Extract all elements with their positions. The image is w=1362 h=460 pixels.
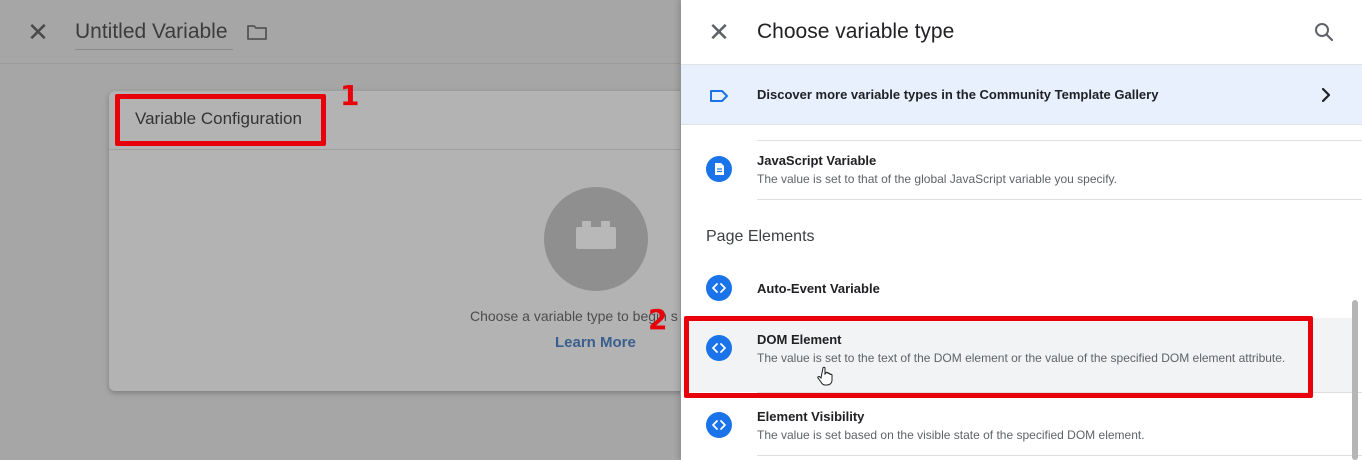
- item-description: The value is set to that of the global J…: [757, 172, 1117, 186]
- community-gallery-text: Discover more variable types in the Comm…: [757, 87, 1159, 102]
- lego-brick-icon: [576, 221, 616, 249]
- variable-type-element-visibility[interactable]: Element Visibility The value is set base…: [681, 393, 1362, 453]
- panel-scrollbar[interactable]: [1352, 300, 1358, 460]
- learn-more-link[interactable]: Learn More: [555, 334, 636, 351]
- divider: [757, 199, 1362, 200]
- hand-cursor-icon: [817, 366, 833, 386]
- panel-title: Choose variable type: [757, 20, 955, 43]
- variable-type-placeholder[interactable]: [544, 187, 648, 291]
- variable-editor-backdrop: ✕ Untitled Variable Variable Configurati…: [0, 0, 680, 460]
- section-page-elements: Page Elements: [706, 228, 815, 245]
- variable-type-javascript[interactable]: JavaScript Variable The value is set to …: [681, 141, 1362, 199]
- item-title: Element Visibility: [757, 409, 865, 424]
- annotation-badge-2: 2: [648, 303, 668, 336]
- code-icon: [706, 275, 732, 301]
- code-icon: [706, 412, 732, 438]
- item-description: The value is set based on the visible st…: [757, 428, 1145, 442]
- variable-type-auto-event[interactable]: Auto-Event Variable: [681, 262, 1362, 314]
- chevron-right-icon: [1321, 87, 1331, 103]
- divider: [757, 455, 1362, 456]
- document-icon: [706, 156, 732, 182]
- community-gallery-link[interactable]: Discover more variable types in the Comm…: [681, 64, 1362, 125]
- close-panel-icon[interactable]: ✕: [705, 18, 733, 46]
- item-title: JavaScript Variable: [757, 153, 877, 168]
- choose-type-prompt: Choose a variable type to begin s: [470, 308, 678, 324]
- label-tag-icon: [710, 90, 728, 102]
- annotation-highlight-1: [115, 94, 326, 146]
- annotation-highlight-2: [684, 316, 1313, 398]
- variable-name-input[interactable]: Untitled Variable: [75, 18, 233, 50]
- panel-header: ✕ Choose variable type: [681, 0, 1362, 64]
- close-editor-icon[interactable]: ✕: [24, 18, 52, 46]
- search-icon[interactable]: [1312, 20, 1336, 44]
- folder-icon[interactable]: [245, 20, 269, 44]
- item-title: Auto-Event Variable: [757, 281, 880, 296]
- annotation-badge-1: 1: [340, 79, 360, 112]
- editor-header: ✕ Untitled Variable: [0, 0, 680, 64]
